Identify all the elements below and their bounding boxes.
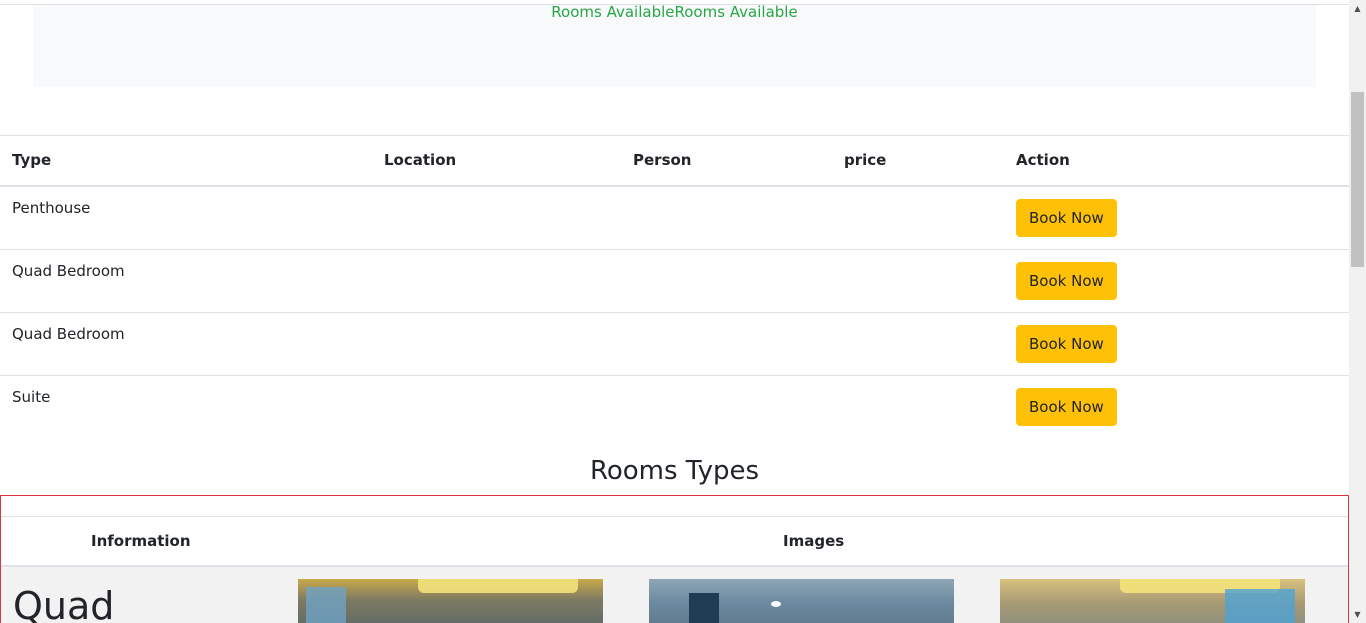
room-type-name: Quad (13, 584, 115, 623)
cell-person (621, 311, 832, 375)
cell-price (832, 374, 1004, 438)
room-image (1000, 579, 1305, 623)
table-row: Penthouse Book Now (0, 185, 1349, 249)
room-image (649, 579, 954, 623)
table-row: Quad Bedroom Book Now (0, 248, 1349, 312)
room-types-title: Rooms Types (589, 456, 760, 486)
book-now-button[interactable]: Book Now (1016, 324, 1117, 363)
window (1225, 589, 1295, 623)
rooms-table-header: Type Location Person price Action (0, 135, 1349, 187)
header-person: Person (621, 135, 832, 187)
scrollbar-thumb[interactable] (1351, 92, 1364, 267)
ceiling-lamp (771, 601, 781, 607)
header-price: price (832, 135, 1004, 187)
header-type: Type (0, 135, 372, 187)
cell-price (832, 185, 1004, 249)
cell-location (372, 248, 621, 312)
cell-location (372, 185, 621, 249)
table-row: Quad Bedroom Book Now (0, 311, 1349, 375)
cell-action: Book Now (1004, 185, 1349, 249)
room-types-header: Information Images (1, 517, 1348, 567)
scroll-down-arrow-icon[interactable]: ▼ (1349, 606, 1366, 623)
cell-location (372, 311, 621, 375)
scroll-up-arrow-icon[interactable]: ▲ (1349, 0, 1366, 17)
cell-action: Book Now (1004, 374, 1349, 438)
cell-type: Quad Bedroom (0, 311, 372, 375)
availability-text: Rooms AvailableRooms Available (551, 3, 798, 21)
cell-person (621, 248, 832, 312)
header-information: Information (91, 532, 191, 550)
room-image (298, 579, 603, 623)
header-location: Location (372, 135, 621, 187)
cell-person (621, 185, 832, 249)
availability-banner: Rooms AvailableRooms Available (33, 5, 1316, 87)
cell-type: Quad Bedroom (0, 248, 372, 312)
cell-type: Penthouse (0, 185, 372, 249)
header-images: Images (783, 532, 845, 550)
cell-price (832, 311, 1004, 375)
cell-action: Book Now (1004, 311, 1349, 375)
table-row: Suite Book Now (0, 374, 1349, 438)
cell-person (621, 374, 832, 438)
vertical-scrollbar[interactable]: ▲ ▼ (1349, 0, 1366, 623)
book-now-button[interactable]: Book Now (1016, 261, 1117, 300)
room-types-table: Information Images Quad (0, 495, 1349, 623)
ceiling-light (418, 579, 578, 593)
rooms-table: Type Location Person price Action Pentho… (0, 135, 1349, 438)
book-now-button[interactable]: Book Now (1016, 387, 1117, 426)
cell-type: Suite (0, 374, 372, 438)
room-type-row: Quad (1, 567, 1348, 623)
window (306, 587, 346, 623)
cell-location (372, 374, 621, 438)
window (689, 593, 719, 623)
book-now-button[interactable]: Book Now (1016, 198, 1117, 237)
header-action: Action (1004, 135, 1349, 187)
page: Rooms AvailableRooms Available Type Loca… (0, 0, 1349, 623)
cell-price (832, 248, 1004, 312)
cell-action: Book Now (1004, 248, 1349, 312)
